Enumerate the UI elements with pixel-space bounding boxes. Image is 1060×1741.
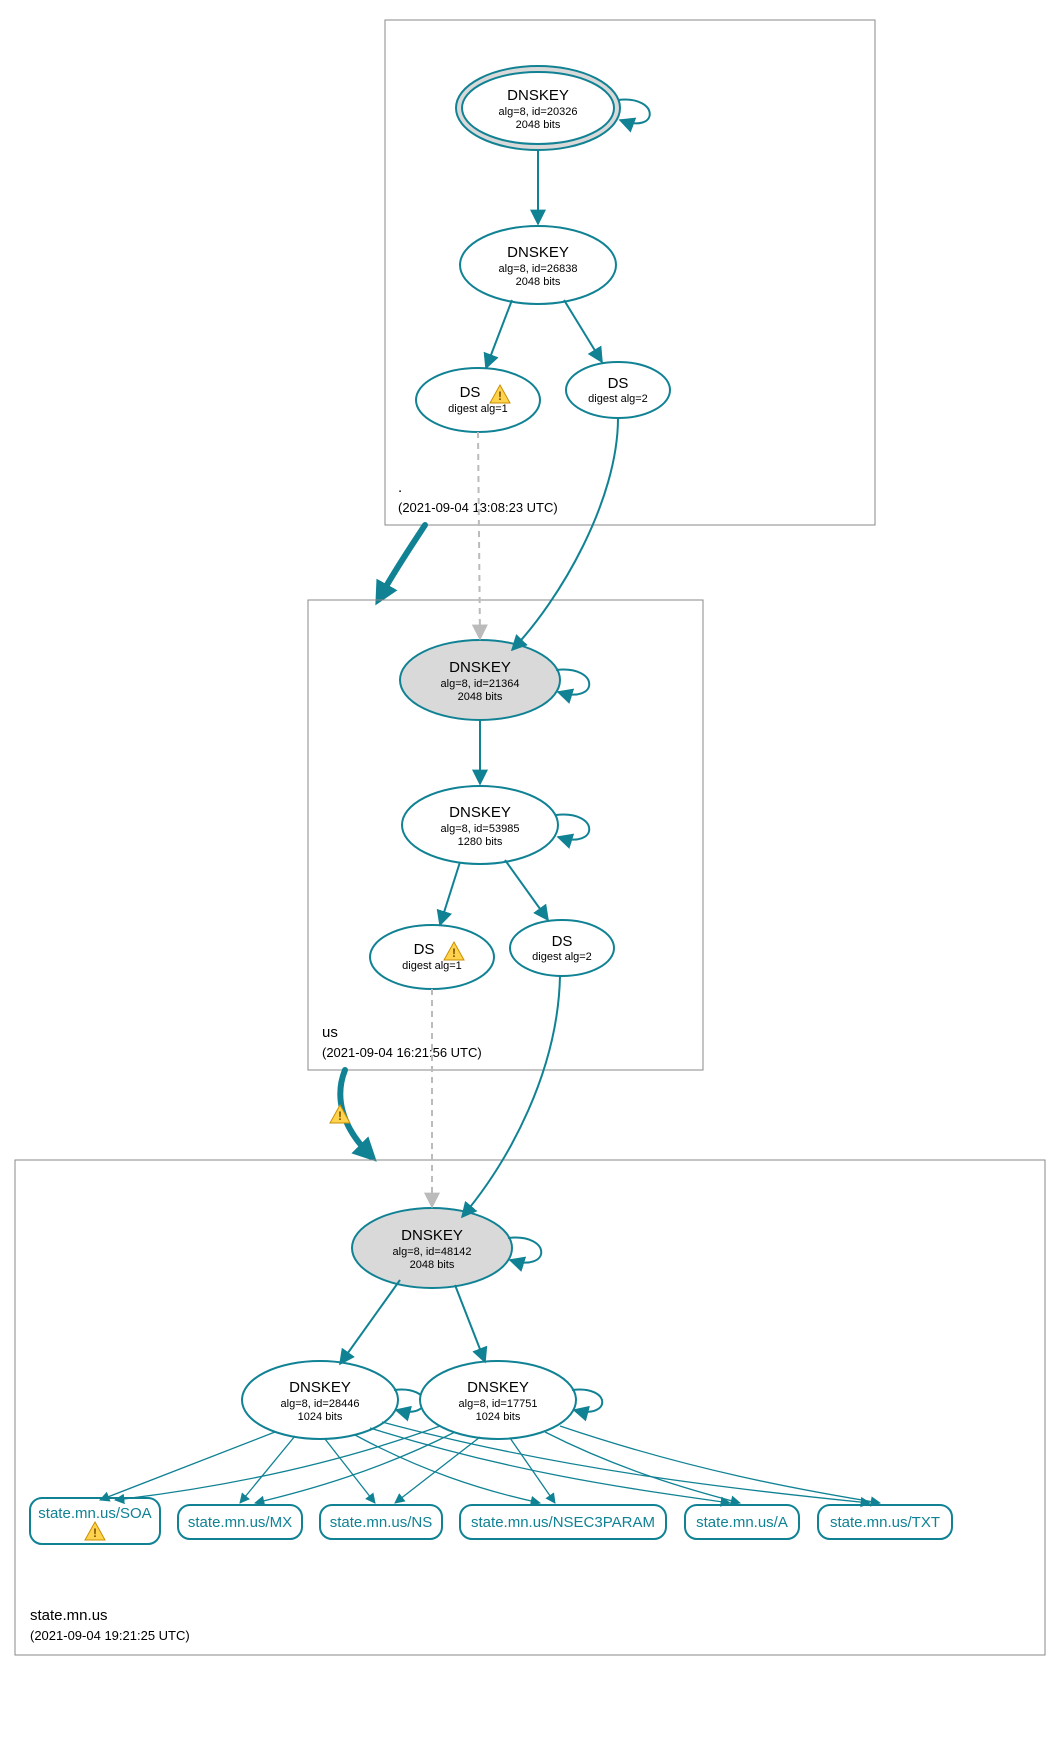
svg-text:alg=8, id=21364: alg=8, id=21364 [441, 678, 520, 690]
zone-statemnus-ts: (2021-09-04 19:21:25 UTC) [30, 1628, 190, 1643]
warning-icon: ! [330, 1105, 350, 1123]
zone-statemnus: state.mn.us (2021-09-04 19:21:25 UTC) DN… [15, 976, 1045, 1655]
node-root-ds2: DS digest alg=2 [566, 362, 670, 418]
svg-text:!: ! [93, 1526, 97, 1540]
zone-us-ts: (2021-09-04 16:21:56 UTC) [322, 1045, 482, 1060]
svg-text:DS: DS [608, 375, 629, 392]
zone-us-name: us [322, 1024, 338, 1041]
svg-text:DNSKEY: DNSKEY [449, 659, 511, 676]
svg-text:state.mn.us/NS: state.mn.us/NS [330, 1514, 433, 1531]
svg-text:2048 bits: 2048 bits [516, 119, 561, 131]
edge-root-ds2-us-ksk [512, 418, 618, 650]
node-us-zsk: DNSKEY alg=8, id=53985 1280 bits [402, 786, 558, 864]
svg-text:state.mn.us/MX: state.mn.us/MX [188, 1514, 292, 1531]
svg-text:state.mn.us/TXT: state.mn.us/TXT [830, 1514, 940, 1531]
rrset-soa: state.mn.us/SOA ! [30, 1498, 160, 1544]
edge-root-zsk-ds2 [564, 300, 602, 362]
edge-mn-ksk-zsk2 [455, 1285, 485, 1362]
svg-text:state.mn.us/SOA: state.mn.us/SOA [38, 1505, 151, 1522]
svg-text:digest alg=1: digest alg=1 [402, 960, 462, 972]
edge-mn-ksk-self [508, 1238, 541, 1263]
svg-text:2048 bits: 2048 bits [410, 1259, 455, 1271]
delegation-us-statemnus [340, 1070, 370, 1155]
edge-us-zsk-ds1 [440, 862, 460, 925]
svg-text:DNSKEY: DNSKEY [467, 1379, 529, 1396]
rrset-ns: state.mn.us/NS [320, 1505, 442, 1539]
edge-us-ds2-mn-ksk [462, 976, 560, 1217]
node-root-ds1: DS digest alg=1 ! [416, 368, 540, 432]
zone-root-name: . [398, 479, 402, 496]
svg-text:!: ! [452, 946, 456, 960]
node-us-ds1: DS digest alg=1 ! [370, 925, 494, 989]
svg-text:DS: DS [414, 941, 435, 958]
node-us-ds2: DS digest alg=2 [510, 920, 614, 976]
edge-mn-ksk-zsk1 [340, 1280, 400, 1364]
svg-text:digest alg=2: digest alg=2 [588, 393, 648, 405]
svg-text:alg=8, id=48142: alg=8, id=48142 [393, 1246, 472, 1258]
svg-text:alg=8, id=26838: alg=8, id=26838 [499, 263, 578, 275]
svg-text:DNSKEY: DNSKEY [507, 244, 569, 261]
rrset-nsec3: state.mn.us/NSEC3PARAM [460, 1505, 666, 1539]
zone-root: . (2021-09-04 13:08:23 UTC) DNSKEY alg=8… [385, 20, 875, 525]
svg-text:alg=8, id=53985: alg=8, id=53985 [441, 823, 520, 835]
node-us-ksk: DNSKEY alg=8, id=21364 2048 bits [400, 640, 560, 720]
svg-text:DNSKEY: DNSKEY [507, 87, 569, 104]
svg-text:digest alg=2: digest alg=2 [532, 951, 592, 963]
svg-text:state.mn.us/A: state.mn.us/A [696, 1514, 788, 1531]
edge-us-zsk-self [556, 815, 589, 840]
svg-text:alg=8, id=28446: alg=8, id=28446 [281, 1398, 360, 1410]
svg-text:!: ! [498, 389, 502, 403]
edge-us-zsk-ds2 [505, 860, 548, 920]
delegation-root-us [380, 525, 425, 597]
svg-text:2048 bits: 2048 bits [458, 691, 503, 703]
node-mn-zsk2: DNSKEY alg=8, id=17751 1024 bits [420, 1361, 576, 1439]
rrset-a: state.mn.us/A [685, 1505, 799, 1539]
svg-text:!: ! [338, 1109, 342, 1123]
svg-text:1280 bits: 1280 bits [458, 836, 503, 848]
node-mn-ksk: DNSKEY alg=8, id=48142 2048 bits [352, 1208, 512, 1288]
edge-root-ksk-self [618, 100, 650, 124]
edge-us-ksk-self [556, 670, 589, 695]
svg-text:1024 bits: 1024 bits [298, 1411, 343, 1423]
svg-text:DNSKEY: DNSKEY [401, 1227, 463, 1244]
rrset-txt: state.mn.us/TXT [818, 1505, 952, 1539]
svg-text:alg=8, id=17751: alg=8, id=17751 [459, 1398, 538, 1410]
svg-text:DS: DS [460, 384, 481, 401]
zone-statemnus-name: state.mn.us [30, 1607, 108, 1624]
svg-text:DS: DS [552, 933, 573, 950]
edge-root-zsk-ds1 [486, 300, 512, 368]
svg-text:2048 bits: 2048 bits [516, 276, 561, 288]
svg-text:1024 bits: 1024 bits [476, 1411, 521, 1423]
svg-text:digest alg=1: digest alg=1 [448, 403, 508, 415]
svg-text:DNSKEY: DNSKEY [449, 804, 511, 821]
svg-text:alg=8, id=20326: alg=8, id=20326 [499, 106, 578, 118]
node-mn-zsk1: DNSKEY alg=8, id=28446 1024 bits [242, 1361, 398, 1439]
svg-text:state.mn.us/NSEC3PARAM: state.mn.us/NSEC3PARAM [471, 1514, 655, 1531]
node-root-zsk: DNSKEY alg=8, id=26838 2048 bits [460, 226, 616, 304]
dnssec-graph: . (2021-09-04 13:08:23 UTC) DNSKEY alg=8… [0, 0, 1060, 1741]
rrset-mx: state.mn.us/MX [178, 1505, 302, 1539]
svg-text:DNSKEY: DNSKEY [289, 1379, 351, 1396]
node-root-ksk: DNSKEY alg=8, id=20326 2048 bits [456, 66, 620, 150]
edge-root-ds1-us-ksk [478, 432, 480, 639]
zone-us: us (2021-09-04 16:21:56 UTC) DNSKEY alg=… [308, 418, 703, 1070]
